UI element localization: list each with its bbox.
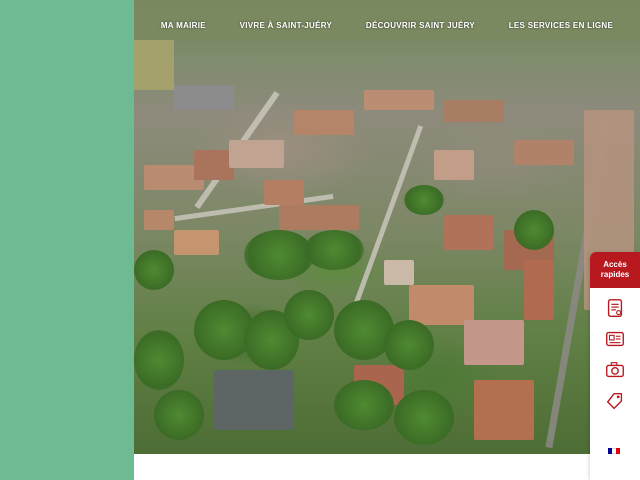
tag-icon [606,392,623,410]
hero-aerial-town-image [134,0,640,454]
news-icon [606,331,624,347]
quick-access-title[interactable]: Accès rapides [590,252,640,288]
left-green-panel [0,0,134,480]
quick-access-camera[interactable] [604,359,626,381]
camera-icon [606,362,624,378]
quick-access-tag[interactable] [604,390,626,412]
quick-access-document-form[interactable] [604,297,626,319]
nav-item-services-en-ligne[interactable]: LES SERVICES EN LIGNE [509,21,613,30]
quick-access-title-line1: Accès [603,260,627,269]
quick-access-news[interactable] [604,328,626,350]
nav-item-ma-mairie[interactable]: MA MAIRIE [161,21,206,30]
republique-francaise-logo-icon [608,448,622,460]
content-strip [134,454,640,480]
nav-item-vivre-a-saint-juery[interactable]: VIVRE À SAINT-JUÉRY [240,21,333,30]
quick-access-panel: Accès rapides [590,252,640,480]
nav-item-decouvrir-saint-juery[interactable]: DÉCOUVRIR SAINT JUÉRY [366,21,475,30]
main-navigation: MA MAIRIE VIVRE À SAINT-JUÉRY DÉCOUVRIR … [134,14,640,36]
quick-access-title-line2: rapides [600,270,630,279]
document-form-icon [607,299,623,317]
